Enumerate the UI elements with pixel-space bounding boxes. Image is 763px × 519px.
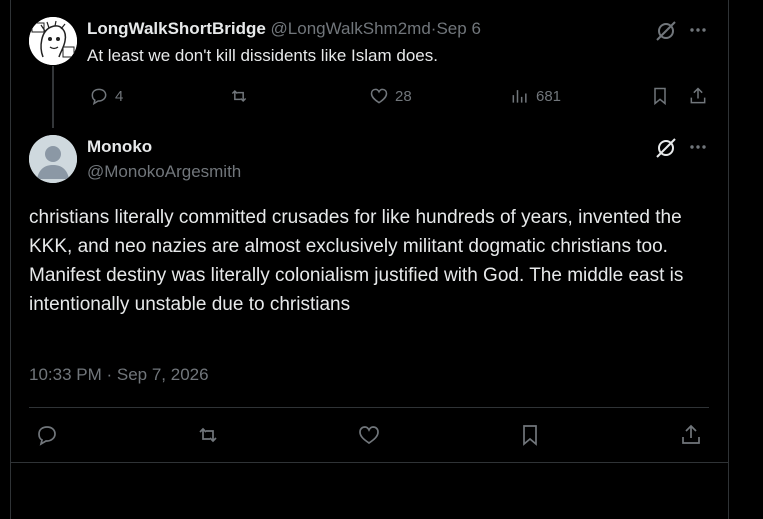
grok-icon[interactable] (654, 136, 678, 160)
bookmark-button[interactable] (650, 86, 670, 106)
repost-button[interactable] (196, 423, 220, 447)
like-icon (370, 88, 388, 104)
share-icon (690, 87, 706, 104)
main-avatar[interactable] (29, 135, 77, 183)
like-button[interactable]: 28 (369, 86, 412, 106)
like-icon (359, 426, 379, 445)
share-button[interactable] (688, 86, 708, 106)
grok-icon[interactable] (654, 19, 678, 43)
main-display-name[interactable]: Monoko (87, 137, 152, 157)
views-button[interactable]: 681 (510, 86, 561, 106)
like-button[interactable] (357, 423, 381, 447)
more-icon[interactable] (688, 20, 708, 40)
repost-icon (199, 427, 217, 443)
main-tweet-text: christians literally committed crusades … (29, 207, 684, 315)
sketch-avatar-icon (29, 17, 77, 65)
default-avatar-icon (29, 135, 77, 183)
parent-tweet-header: LongWalkShortBridge @LongWalkShm2md·Sep … (87, 19, 481, 39)
more-icon[interactable] (688, 137, 708, 157)
tweet-timestamp[interactable]: 10:33 PM · Sep 7, 2026 (29, 365, 209, 385)
parent-avatar[interactable] (29, 17, 77, 65)
repost-button[interactable] (229, 86, 249, 106)
thread-connector-line (52, 66, 54, 128)
column-border-right (728, 0, 729, 519)
repost-icon (231, 89, 247, 103)
view-count: 681 (536, 87, 562, 105)
views-icon (512, 90, 527, 103)
parent-date[interactable]: Sep 6 (436, 19, 480, 38)
parent-handle[interactable]: @LongWalkShm2md (271, 19, 431, 38)
column-border-left (10, 0, 11, 519)
reply-icon (38, 426, 56, 446)
bookmark-icon (654, 87, 666, 106)
parent-tweet-text: At least we don't kill dissidents like I… (87, 46, 438, 65)
main-handle[interactable]: @MonokoArgesmith (87, 162, 241, 182)
bookmark-icon (523, 425, 537, 446)
action-bar-divider (29, 407, 709, 408)
reply-icon (91, 88, 107, 106)
like-count: 28 (395, 87, 412, 105)
reply-button[interactable]: 4 (89, 86, 123, 106)
parent-display-name[interactable]: LongWalkShortBridge (87, 19, 266, 38)
tweet-bottom-divider (10, 462, 729, 463)
reply-button[interactable] (35, 423, 59, 447)
bookmark-button[interactable] (518, 423, 542, 447)
share-icon (682, 424, 700, 444)
reply-count: 4 (115, 87, 124, 105)
share-button[interactable] (679, 423, 703, 447)
